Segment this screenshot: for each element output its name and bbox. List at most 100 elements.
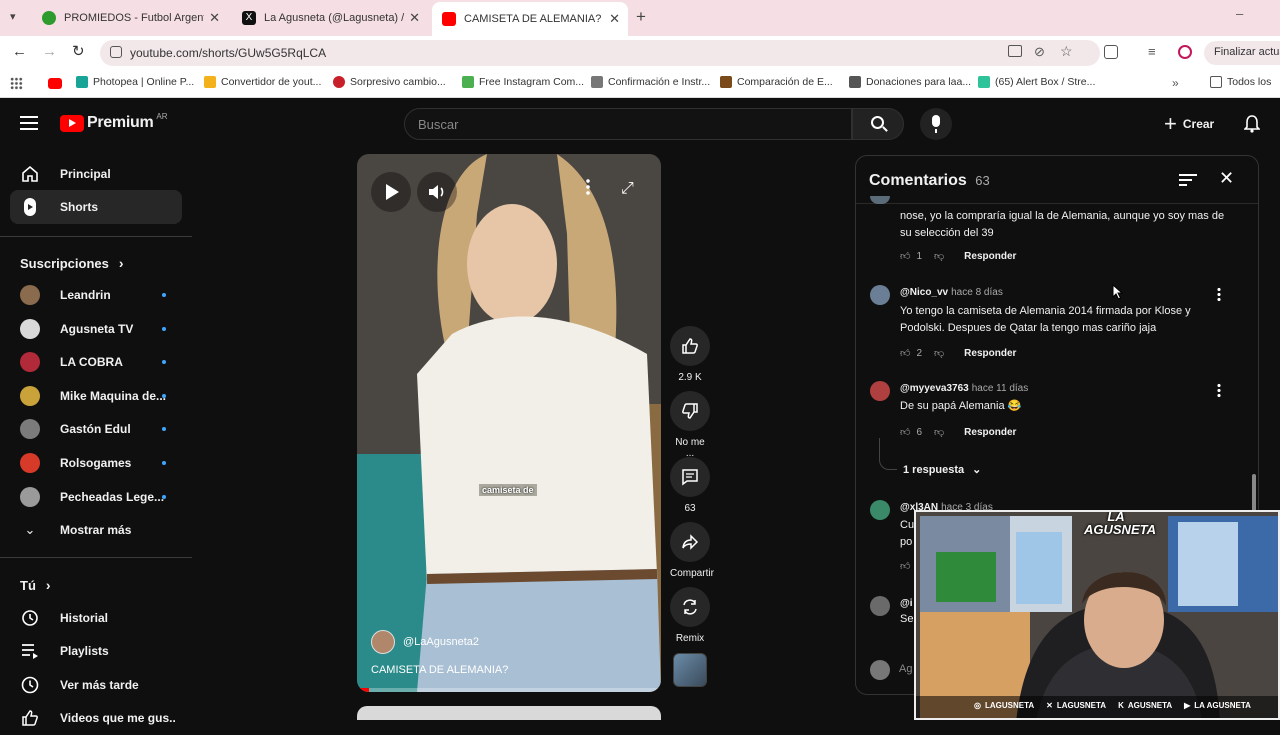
sidebar-item-liked-videos[interactable]: Videos que me gus.. <box>10 701 182 735</box>
sidebar-item-shorts[interactable]: Shorts <box>10 190 182 224</box>
bookmark-alert-box[interactable]: (65) Alert Box / Stre... <box>978 76 1095 88</box>
replies-toggle[interactable]: 1 respuesta ⌄ <box>903 463 981 477</box>
channel-info[interactable]: @LaAgusneta2 <box>371 630 479 654</box>
sidebar-item-principal[interactable]: Principal <box>10 157 182 191</box>
sidebar-item-historial[interactable]: Historial <box>10 601 182 635</box>
bookmark-confirmacion[interactable]: Confirmación e Instr... <box>591 76 710 88</box>
sidebar-item-watch-later[interactable]: Ver más tarde <box>10 668 182 702</box>
hamburger-menu-icon[interactable] <box>20 116 38 130</box>
search-input[interactable]: Buscar <box>418 117 458 132</box>
bookmark-star-icon[interactable]: ☆ <box>1060 43 1073 60</box>
fullscreen-icon[interactable]: ⤢ <box>621 180 634 198</box>
bookmark-photopea[interactable]: Photopea | Online P... <box>76 76 194 88</box>
notifications-bell-icon[interactable] <box>1244 115 1260 133</box>
folder-icon <box>1210 76 1222 88</box>
reply-button[interactable]: Responder <box>964 251 1016 262</box>
comment-dislike-icon[interactable]: 👎︎ <box>934 347 944 359</box>
new-tab-button[interactable]: + <box>636 7 646 27</box>
comments-scrollbar[interactable] <box>1252 474 1256 514</box>
tab-list-dropdown-icon[interactable]: ▾ <box>10 10 16 23</box>
bookmark-sorpresivo[interactable]: Sorpresivo cambio... <box>333 76 446 88</box>
search-box[interactable]: Buscar <box>404 108 852 140</box>
subscriptions-heading[interactable]: Suscripciones › <box>20 255 124 271</box>
media-controls-icon[interactable]: ≡ <box>1148 44 1156 59</box>
close-tab-icon[interactable]: ✕ <box>209 10 220 26</box>
bookmark-donaciones[interactable]: Donaciones para laa... <box>849 76 971 88</box>
more-bookmarks-icon[interactable]: » <box>1172 76 1179 90</box>
sort-icon[interactable] <box>1179 174 1197 187</box>
subscription-pecheadas[interactable]: Pecheadas Lege... <box>10 480 182 514</box>
subscription-leandrin[interactable]: Leandrin <box>10 278 182 312</box>
dislike-button[interactable]: No me ... <box>670 391 710 459</box>
omnibox[interactable]: youtube.com/shorts/GUw5G5RqLCA ⊘ ☆ <box>100 40 1100 66</box>
sound-thumbnail[interactable] <box>673 653 707 687</box>
next-short-preview[interactable] <box>357 706 661 720</box>
you-heading[interactable]: Tú › <box>20 577 51 593</box>
subscription-mike-maquina[interactable]: Mike Maquina de... <box>10 379 182 413</box>
comment-dislike-icon[interactable]: 👎︎ <box>934 426 944 438</box>
search-button[interactable] <box>852 108 904 140</box>
remix-button[interactable]: Remix <box>670 587 710 644</box>
social-handles: ◎ LAGUSNETA ✕ LAGUSNETA K AGUSNETA ▶ LA AGUS… <box>974 701 1251 710</box>
play-button[interactable] <box>371 172 411 212</box>
share-button[interactable]: Compartir <box>670 522 714 579</box>
dislike-label: No me ... <box>675 437 705 459</box>
all-bookmarks-folder[interactable]: Todos los <box>1210 76 1271 88</box>
bookmark-convertidor[interactable]: Convertidor de yout... <box>204 76 321 88</box>
sidebar-item-playlists[interactable]: Playlists <box>10 634 182 668</box>
bookmark-comparacion[interactable]: Comparación de E... <box>720 76 833 88</box>
tab-youtube-active[interactable]: CAMISETA DE ALEMANIA? - YouTube ✕ <box>432 2 628 36</box>
new-content-dot <box>162 327 166 331</box>
commenter-avatar <box>870 596 890 616</box>
url-text[interactable]: youtube.com/shorts/GUw5G5RqLCA <box>130 46 326 60</box>
close-tab-icon[interactable]: ✕ <box>409 10 420 26</box>
subscription-agusneta-tv[interactable]: Agusneta TV <box>10 312 182 346</box>
comment-like-icon[interactable]: 👍︎ <box>900 426 910 438</box>
finish-session-button[interactable]: Finalizar actual <box>1204 41 1280 65</box>
comment-like-icon[interactable]: 👍︎ <box>900 560 910 572</box>
apps-grid-icon[interactable] <box>10 77 23 90</box>
short-title: CAMISETA DE ALEMANIA? <box>371 664 509 676</box>
back-button[interactable]: ← <box>12 43 27 60</box>
reply-button[interactable]: Responder <box>964 348 1016 359</box>
youtube-premium-logo[interactable]: Premium AR <box>60 112 168 132</box>
show-more-button[interactable]: ⌄ Mostrar más <box>10 513 182 547</box>
minimize-window-button[interactable]: – <box>1236 6 1243 21</box>
add-comment-input[interactable]: Ag <box>899 663 912 675</box>
sidebar-label: Videos que me gus.. <box>60 711 176 725</box>
site-info-icon[interactable] <box>110 46 122 58</box>
close-icon[interactable]: ✕ <box>1219 168 1234 189</box>
cast-icon[interactable] <box>1008 45 1022 57</box>
short-video-player[interactable]: ⤢ camiseta de @LaAgusneta2 CAMISETA DE A… <box>357 154 661 692</box>
comment-like-icon[interactable]: 👍︎ <box>900 250 910 262</box>
reply-button[interactable]: Responder <box>964 427 1016 438</box>
reload-button[interactable]: ↻ <box>72 42 85 60</box>
comment-icon <box>682 469 698 486</box>
profile-icon[interactable] <box>1178 45 1192 59</box>
subscription-gaston-edul[interactable]: Gastón Edul <box>10 412 182 446</box>
tab-agusneta-x[interactable]: X La Agusneta (@Lagusneta) / X ✕ <box>232 4 428 32</box>
extensions-icon[interactable] <box>1104 45 1118 59</box>
comment-like-icon[interactable]: 👍︎ <box>900 347 910 359</box>
more-options-icon[interactable] <box>586 178 590 196</box>
comment-more-icon[interactable] <box>1217 287 1221 301</box>
voice-search-button[interactable] <box>920 108 952 140</box>
comment-dislike-icon[interactable]: 👎︎ <box>934 250 944 262</box>
forward-button[interactable]: → <box>42 43 57 60</box>
youtube-bookmark-icon[interactable] <box>48 78 62 89</box>
subscription-la-cobra[interactable]: LA COBRA <box>10 345 182 379</box>
subscription-label: Rolsogames <box>60 456 132 470</box>
subscription-rolsogames[interactable]: Rolsogames <box>10 446 182 480</box>
promiedos-favicon-icon <box>42 11 56 25</box>
bookmark-instagram[interactable]: Free Instagram Com... <box>462 76 584 88</box>
close-tab-icon[interactable]: ✕ <box>609 11 620 27</box>
video-progress-bar[interactable] <box>357 688 661 692</box>
comment-more-icon[interactable] <box>1217 383 1221 397</box>
like-button[interactable]: 2.9 K <box>670 326 710 383</box>
create-button[interactable]: + Crear <box>1156 110 1222 138</box>
eye-slash-icon[interactable]: ⊘ <box>1034 44 1045 60</box>
comments-button[interactable]: 63 <box>670 457 710 514</box>
volume-button[interactable] <box>417 172 457 212</box>
new-content-dot <box>162 293 166 297</box>
tab-promiedos[interactable]: PROMIEDOS - Futbol Argentino ✕ <box>32 4 228 32</box>
